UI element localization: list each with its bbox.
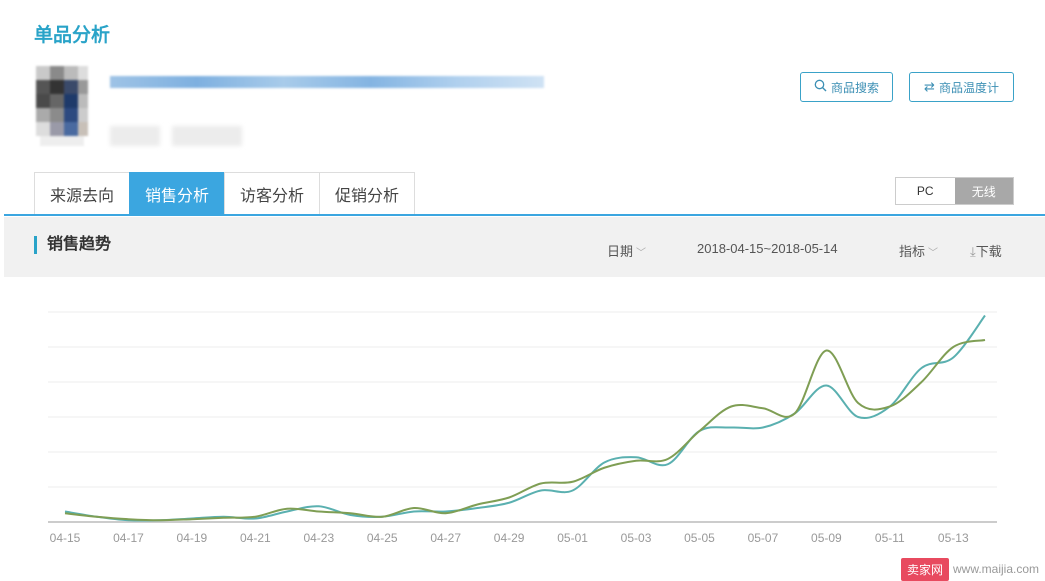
x-tick-label: 04-19 [177,531,208,545]
swap-arrows-icon: ⇄ [924,79,935,94]
product-search-label: 商品搜索 [830,80,879,95]
x-tick-label: 04-17 [113,531,144,545]
x-tick-label: 04-25 [367,531,398,545]
tab-source[interactable]: 来源去向 [34,172,131,214]
section-header-bar [4,217,1045,277]
x-tick-label: 04-29 [494,531,525,545]
page-title: 单品分析 [34,25,111,46]
date-dropdown-label: 日期 [607,244,634,259]
x-tick-label: 04-15 [50,531,81,545]
product-meta-blurred [172,126,242,146]
tab-promotion[interactable]: 促销分析 [319,172,416,214]
x-tick-label: 04-23 [303,531,334,545]
watermark-logo: 卖家网 [900,557,949,581]
watermark-url: www.maijia.com [952,562,1039,576]
tab-underline [4,214,1045,216]
chevron-down-icon: ﹀ [928,248,939,259]
x-tick-label: 05-11 [875,531,905,545]
device-wireless-option[interactable]: 无线 [954,178,1013,204]
product-name-blurred [110,76,544,88]
x-tick-label: 05-05 [684,531,715,545]
device-pc-option[interactable]: PC [896,178,955,204]
product-thumbnail [26,62,106,146]
product-meta-blurred [110,126,160,146]
x-tick-label: 05-09 [811,531,842,545]
sales-trend-chart: 04-15 04-17 04-19 04-21 04-23 04-25 04-27 04-29… [48,311,997,545]
x-tick-label: 05-07 [748,531,779,545]
metric-dropdown[interactable]: 指标 ﹀ [899,241,938,260]
x-tick-label: 04-27 [430,531,461,545]
analysis-tabs: 来源去向 销售分析 访客分析 促销分析 [34,172,416,214]
metric-dropdown-label: 指标 [899,244,926,259]
download-label: 下载 [975,244,1002,259]
date-dropdown[interactable]: 日期 ﹀ [607,241,646,260]
chevron-down-icon: ﹀ [636,248,647,259]
product-search-button[interactable]: 商品搜索 [800,72,893,102]
product-thermometer-label: 商品温度计 [938,80,999,95]
product-thermometer-button[interactable]: ⇄ 商品温度计 [909,72,1014,102]
series-line-2 [64,339,986,522]
device-toggle: PC 无线 [895,177,1014,205]
x-tick-label: 04-21 [240,531,271,545]
search-icon [814,79,827,95]
watermark: 卖家网 www.maijia.com [900,557,1045,581]
x-tick-label: 05-01 [557,531,588,545]
x-tick-label: 05-03 [621,531,652,545]
section-title: 销售趋势 [34,236,111,254]
tab-visitors[interactable]: 访客分析 [224,172,321,214]
date-range[interactable]: 2018-04-15~2018-05-14 [697,241,838,256]
x-tick-label: 05-13 [938,531,969,545]
download-button[interactable]: ⤓下载 [970,241,1002,260]
tab-sales[interactable]: 销售分析 [129,172,226,214]
